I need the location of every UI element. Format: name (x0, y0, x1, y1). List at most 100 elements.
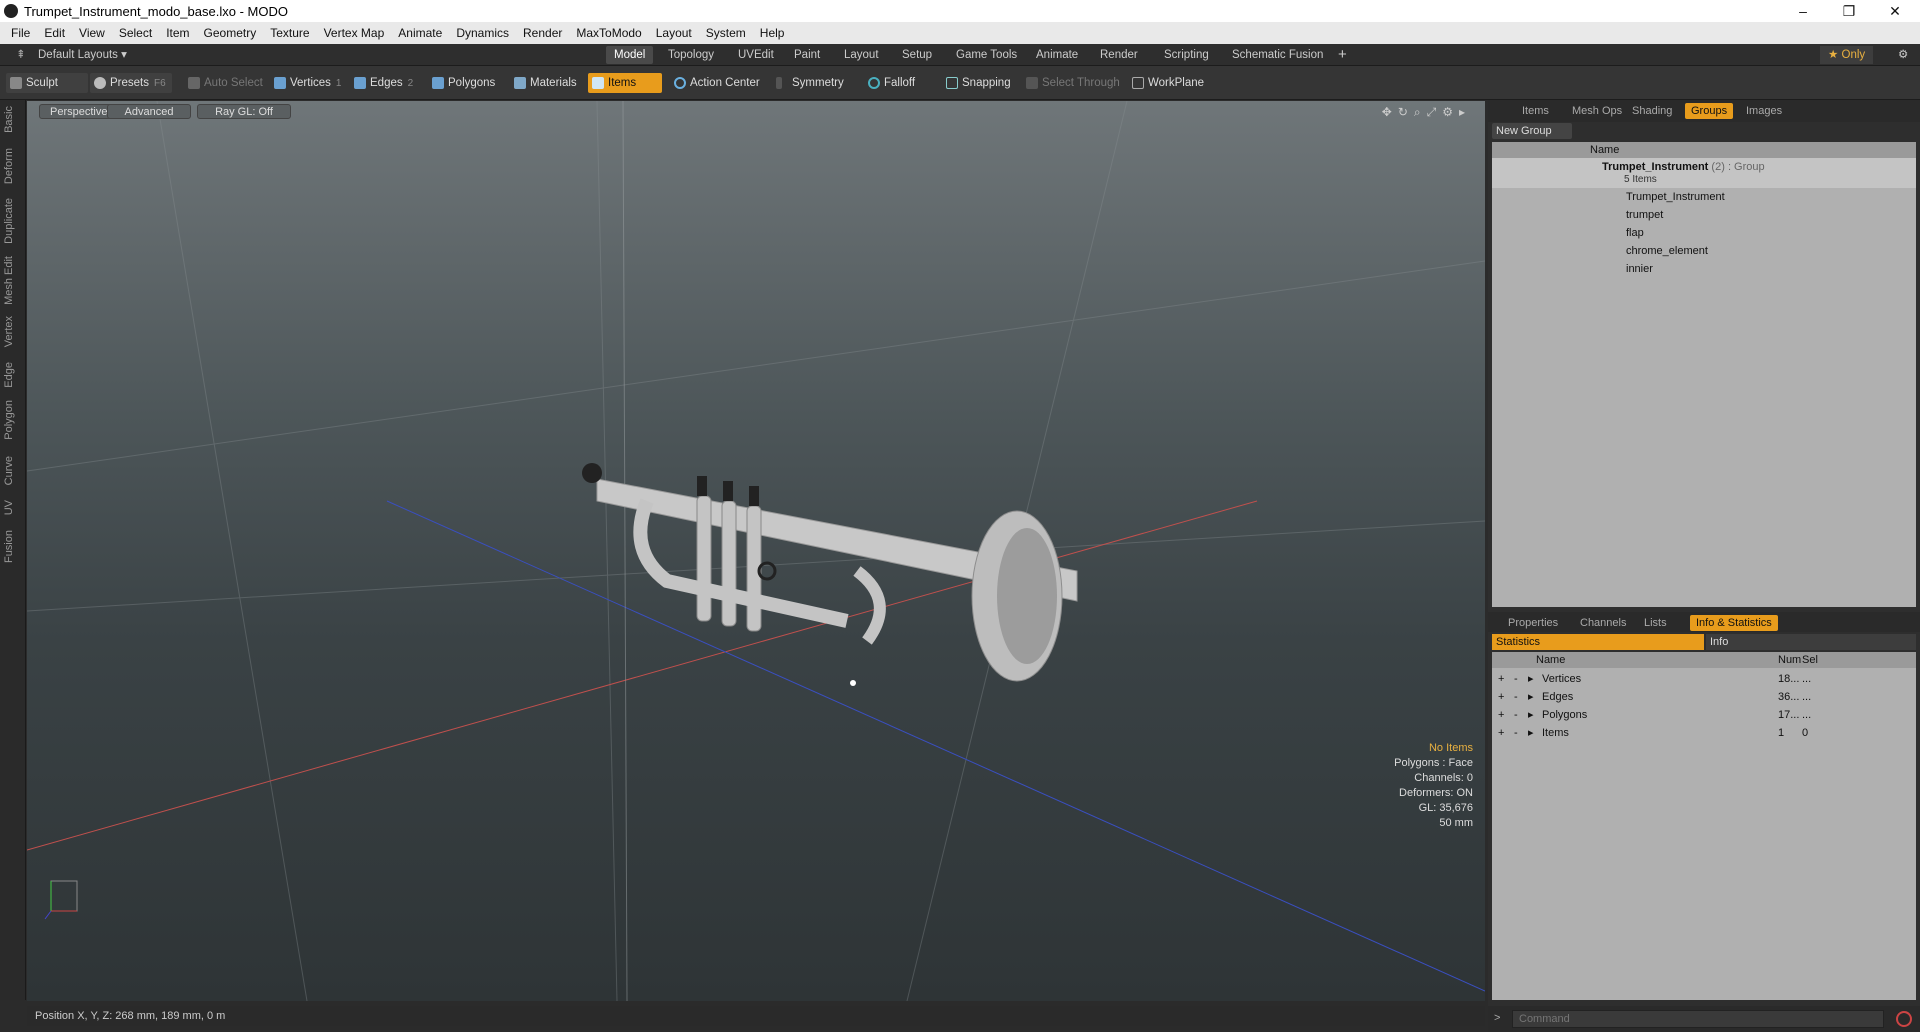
edges-label: Edges (370, 77, 403, 89)
polygons-icon (432, 77, 444, 89)
new-group-button[interactable]: New Group (1492, 123, 1572, 139)
vtab-deform[interactable]: Deform (3, 148, 23, 184)
tab-scripting[interactable]: Scripting (1156, 46, 1217, 64)
minimize-button[interactable]: – (1780, 0, 1826, 22)
maximize-button[interactable]: ❐ (1826, 0, 1872, 22)
tab-properties[interactable]: Properties (1502, 615, 1564, 631)
sculpt-button[interactable]: Sculpt (6, 73, 88, 93)
menu-select[interactable]: Select (119, 26, 152, 40)
statistics-tab[interactable]: Statistics (1492, 634, 1704, 650)
list-item[interactable]: trumpet (1492, 206, 1663, 224)
tab-shading[interactable]: Shading (1626, 103, 1678, 119)
vtab-fusion[interactable]: Fusion (3, 530, 23, 563)
vtab-mesh-edit[interactable]: Mesh Edit (3, 256, 23, 305)
symmetry-button[interactable]: Symmetry (772, 73, 850, 93)
tab-images[interactable]: Images (1740, 103, 1788, 119)
viewport-nav-icons[interactable]: ✥↻⌕⤢⚙▸ (1382, 105, 1471, 120)
info-tab[interactable]: Info (1706, 634, 1916, 650)
record-icon[interactable] (1896, 1011, 1912, 1027)
falloff-button[interactable]: Falloff (864, 73, 921, 93)
close-button[interactable]: ✕ (1872, 0, 1918, 22)
group-count: (2) (1711, 161, 1725, 173)
menu-maxtomodo[interactable]: MaxToModo (576, 26, 641, 40)
vtab-duplicate[interactable]: Duplicate (3, 198, 23, 244)
advanced-button[interactable]: Advanced (107, 104, 191, 119)
row-num: 36... (1778, 691, 1800, 703)
tab-uvedit[interactable]: UVEdit (730, 46, 782, 64)
tab-channels[interactable]: Channels (1574, 615, 1632, 631)
tab-lists[interactable]: Lists (1638, 615, 1673, 631)
auto-select-button[interactable]: Auto Select (184, 73, 269, 93)
row-sel: ... (1802, 691, 1812, 703)
menu-file[interactable]: File (11, 26, 30, 40)
col-name: Name (1536, 654, 1566, 666)
menu-texture[interactable]: Texture (270, 26, 309, 40)
table-row[interactable]: + - ▸ Vertices 18...... (1492, 670, 1916, 688)
layout-bar: ⇞ Default Layouts ▾ Model Topology UVEdi… (0, 44, 1920, 66)
group-row[interactable]: Trumpet_Instrument (2) : Group (1492, 158, 1916, 188)
tab-model[interactable]: Model (606, 46, 654, 64)
auto-select-label: Auto Select (204, 77, 263, 89)
items-label: Items (608, 77, 637, 89)
info-channels: Channels: 0 (1414, 772, 1473, 784)
row-name: Edges (1542, 691, 1574, 703)
vtab-basic[interactable]: Basic (3, 106, 23, 133)
menu-animate[interactable]: Animate (398, 26, 442, 40)
command-input[interactable] (1512, 1010, 1884, 1028)
menu-help[interactable]: Help (760, 26, 785, 40)
only-toggle[interactable]: ★ Only (1820, 46, 1874, 64)
vtab-edge[interactable]: Edge (3, 362, 23, 388)
list-item[interactable]: chrome_element (1492, 242, 1708, 260)
list-item[interactable]: flap (1492, 224, 1644, 242)
tab-schematic-fusion[interactable]: Schematic Fusion (1224, 46, 1331, 64)
gear-icon[interactable]: ⚙ (1890, 46, 1916, 64)
tab-info-statistics[interactable]: Info & Statistics (1690, 615, 1778, 631)
vertices-button[interactable]: Vertices 1 (270, 73, 347, 93)
menu-view[interactable]: View (79, 26, 105, 40)
items-button[interactable]: Items (588, 73, 662, 93)
action-center-button[interactable]: Action Center (670, 73, 766, 93)
select-through-button[interactable]: Select Through (1022, 73, 1126, 93)
tab-items[interactable]: Items (1516, 103, 1555, 119)
menu-render[interactable]: Render (523, 26, 562, 40)
3d-viewport[interactable]: Perspective Advanced Ray GL: Off ✥↻⌕⤢⚙▸ … (27, 101, 1485, 1001)
add-tab-icon[interactable]: + (1330, 46, 1355, 64)
tab-game-tools[interactable]: Game Tools (948, 46, 1025, 64)
edges-button[interactable]: Edges 2 (350, 73, 419, 93)
workplane-button[interactable]: WorkPlane (1128, 73, 1210, 93)
menu-vertex-map[interactable]: Vertex Map (324, 26, 385, 40)
row-sel: ... (1802, 673, 1812, 685)
polygons-button[interactable]: Polygons (428, 73, 501, 93)
menu-geometry[interactable]: Geometry (204, 26, 257, 40)
menu-item[interactable]: Item (166, 26, 189, 40)
tab-mesh-ops[interactable]: Mesh Ops (1566, 103, 1628, 119)
table-row[interactable]: + - ▸ Edges 36...... (1492, 688, 1916, 706)
stats-header: Name Num Sel (1492, 652, 1916, 668)
snapping-button[interactable]: Snapping (942, 73, 1017, 93)
tab-paint[interactable]: Paint (786, 46, 828, 64)
z-axis-line (386, 500, 1485, 992)
vtab-polygon[interactable]: Polygon (3, 400, 23, 440)
tab-render[interactable]: Render (1092, 46, 1146, 64)
vtab-uv[interactable]: UV (3, 500, 23, 515)
tab-topology[interactable]: Topology (660, 46, 722, 64)
list-item[interactable]: Trumpet_Instrument (1492, 188, 1725, 206)
menu-layout[interactable]: Layout (656, 26, 692, 40)
menu-system[interactable]: System (706, 26, 746, 40)
default-layouts-dropdown[interactable]: Default Layouts ▾ (30, 46, 135, 64)
tab-groups[interactable]: Groups (1685, 103, 1734, 119)
vtab-vertex[interactable]: Vertex (3, 316, 23, 347)
vtab-curve[interactable]: Curve (3, 456, 23, 485)
materials-button[interactable]: Materials (510, 73, 583, 93)
table-row[interactable]: + - ▸ Polygons 17...... (1492, 706, 1916, 724)
row-name: Vertices (1542, 673, 1582, 685)
raygl-button[interactable]: Ray GL: Off (197, 104, 291, 119)
list-item[interactable]: innier (1492, 260, 1653, 278)
menu-edit[interactable]: Edit (44, 26, 65, 40)
menu-dynamics[interactable]: Dynamics (456, 26, 509, 40)
tab-layout[interactable]: Layout (836, 46, 887, 64)
tab-animate[interactable]: Animate (1028, 46, 1086, 64)
presets-button[interactable]: Presets F6 (90, 73, 172, 93)
tab-setup[interactable]: Setup (894, 46, 940, 64)
table-row[interactable]: + - ▸ Items 1 0 (1492, 724, 1916, 742)
